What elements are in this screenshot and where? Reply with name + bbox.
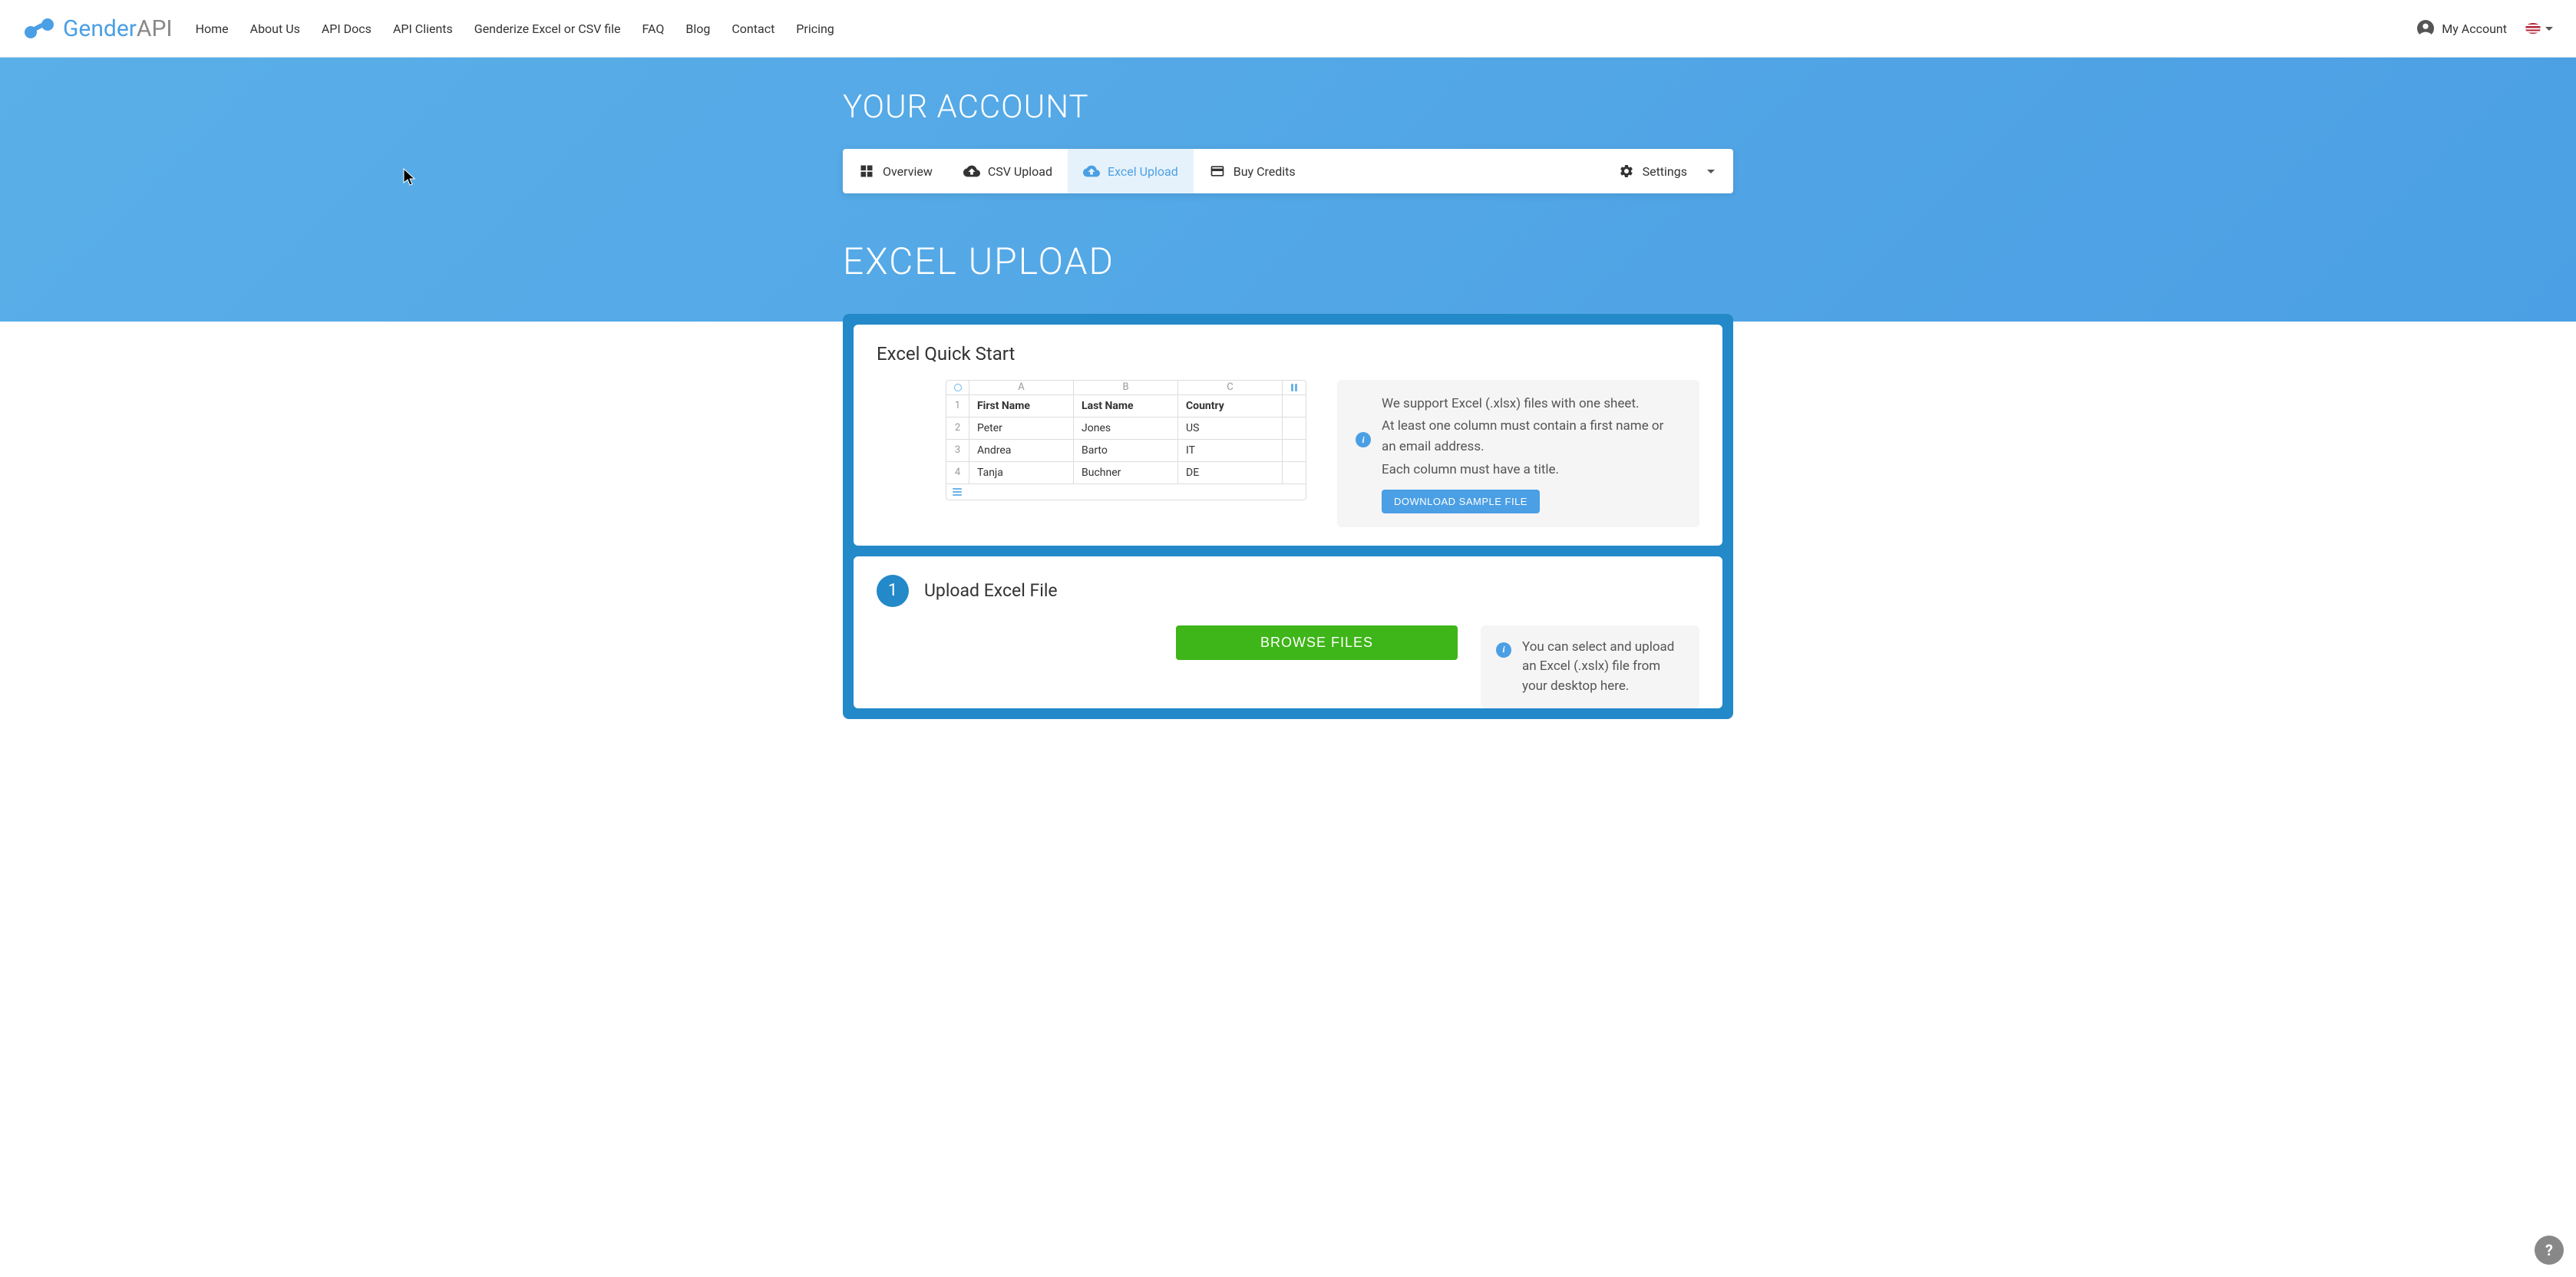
row-num: 4 xyxy=(946,462,969,483)
nav-faq[interactable]: FAQ xyxy=(642,21,665,36)
tab-settings-label: Settings xyxy=(1643,164,1687,179)
tab-buy-credits-label: Buy Credits xyxy=(1234,164,1296,179)
logo[interactable]: GenderAPI xyxy=(23,15,173,42)
nav-contact[interactable]: Contact xyxy=(732,21,774,36)
step-title: Upload Excel File xyxy=(924,580,1058,601)
sheet-cell: First Name xyxy=(969,395,1074,417)
nav-about[interactable]: About Us xyxy=(250,21,300,36)
tab-overview-label: Overview xyxy=(883,164,933,179)
top-header: GenderAPI Home About Us API Docs API Cli… xyxy=(0,0,2576,58)
tab-csv-upload-label: CSV Upload xyxy=(988,164,1052,179)
gear-icon xyxy=(1618,163,1635,180)
page-title: YOUR ACCOUNT xyxy=(843,88,1733,126)
row-num: 1 xyxy=(946,395,969,417)
info-line: We support Excel (.xlsx) files with one … xyxy=(1382,394,1681,414)
download-sample-button[interactable]: DOWNLOAD SAMPLE FILE xyxy=(1382,490,1540,513)
browse-files-button[interactable]: BROWSE FILES xyxy=(1176,625,1458,660)
sheet-cell: DE xyxy=(1178,462,1283,483)
tab-csv-upload[interactable]: CSV Upload xyxy=(948,149,1068,193)
nav-api-docs[interactable]: API Docs xyxy=(322,21,372,36)
sheet-cell: US xyxy=(1178,417,1283,439)
account-icon xyxy=(2417,20,2434,37)
my-account-link[interactable]: My Account xyxy=(2417,20,2507,37)
my-account-label: My Account xyxy=(2442,21,2507,36)
credit-card-icon xyxy=(1209,163,1226,180)
info-panel: i We support Excel (.xlsx) files with on… xyxy=(1337,380,1699,527)
language-selector[interactable] xyxy=(2525,23,2553,34)
sheet-cell: Buchner xyxy=(1074,462,1178,483)
upload-step-card: 1 Upload Excel File BROWSE FILES i You c… xyxy=(854,556,1722,709)
step-number-badge: 1 xyxy=(877,575,909,607)
info-icon: i xyxy=(1356,432,1371,447)
col-header-a: A xyxy=(969,381,1074,394)
hero-section: YOUR ACCOUNT Overview CSV Upload Excel U… xyxy=(0,58,2576,322)
pause-icon xyxy=(1283,381,1306,394)
content-area: Excel Quick Start A B C 1 First Name Las… xyxy=(843,314,1733,719)
tab-excel-upload[interactable]: Excel Upload xyxy=(1068,149,1194,193)
row-num: 3 xyxy=(946,440,969,461)
cloud-upload-icon xyxy=(1083,163,1100,180)
chevron-down-icon xyxy=(2545,27,2553,31)
sheet-cell: Last Name xyxy=(1074,395,1178,417)
dashboard-icon xyxy=(858,163,875,180)
help-button[interactable]: ? xyxy=(2535,1236,2564,1265)
logo-text: GenderAPI xyxy=(63,15,173,42)
col-header-b: B xyxy=(1074,381,1178,394)
tab-excel-upload-label: Excel Upload xyxy=(1108,164,1178,179)
nav-genderize[interactable]: Genderize Excel or CSV file xyxy=(474,21,621,36)
sheet-cell: Barto xyxy=(1074,440,1178,461)
info-icon: i xyxy=(1496,642,1511,658)
sheet-cell: Country xyxy=(1178,395,1283,417)
account-tabs: Overview CSV Upload Excel Upload Buy Cre… xyxy=(843,149,1733,193)
logo-icon xyxy=(23,17,55,40)
upload-info-text: You can select and upload an Excel (.xsl… xyxy=(1522,638,1684,697)
quick-start-card: Excel Quick Start A B C 1 First Name Las… xyxy=(854,325,1722,546)
nav-pricing[interactable]: Pricing xyxy=(796,21,834,36)
menu-icon xyxy=(953,488,962,496)
sheet-circle-icon xyxy=(954,384,962,391)
sheet-cell: Jones xyxy=(1074,417,1178,439)
quick-start-title: Excel Quick Start xyxy=(877,343,1699,365)
nav-home[interactable]: Home xyxy=(196,21,229,36)
sheet-cell: Peter xyxy=(969,417,1074,439)
nav-blog[interactable]: Blog xyxy=(685,21,710,36)
sheet-cell: Andrea xyxy=(969,440,1074,461)
tab-settings[interactable]: Settings xyxy=(1603,149,1733,193)
sheet-cell: Tanja xyxy=(969,462,1074,483)
upload-info-panel: i You can select and upload an Excel (.x… xyxy=(1481,625,1699,709)
tab-buy-credits[interactable]: Buy Credits xyxy=(1194,149,1311,193)
tab-overview[interactable]: Overview xyxy=(843,149,948,193)
chevron-down-icon xyxy=(1707,170,1715,173)
row-num: 2 xyxy=(946,417,969,439)
col-header-c: C xyxy=(1178,381,1283,394)
info-line: Each column must have a title. xyxy=(1382,460,1681,480)
sheet-cell: IT xyxy=(1178,440,1283,461)
info-line: At least one column must contain a first… xyxy=(1382,416,1681,457)
flag-us-icon xyxy=(2525,23,2541,34)
cloud-upload-icon xyxy=(963,163,980,180)
section-title: EXCEL UPLOAD xyxy=(843,239,1733,283)
spreadsheet-preview: A B C 1 First Name Last Name Country 2 xyxy=(946,380,1306,500)
nav-api-clients[interactable]: API Clients xyxy=(393,21,453,36)
main-nav: Home About Us API Docs API Clients Gende… xyxy=(196,21,834,36)
